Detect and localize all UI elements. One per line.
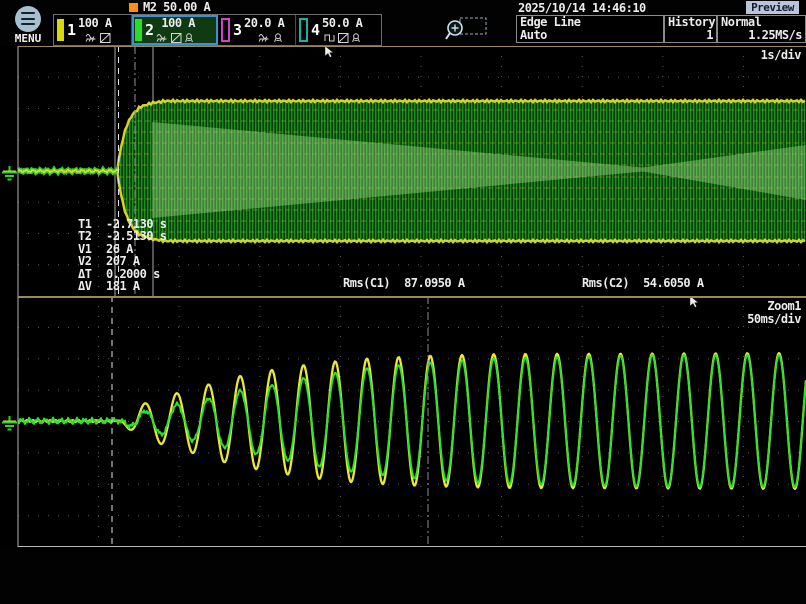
channel-3-number: 3: [233, 21, 242, 39]
ac-coupling-icon: [156, 33, 169, 43]
channel-1-box[interactable]: 1 100 A: [54, 15, 132, 45]
zoom-window-name: Zoom1: [767, 299, 801, 313]
datetime: 2025/10/14 14:46:10: [518, 1, 646, 15]
channel-4-box[interactable]: 4 50.0 A: [296, 15, 381, 45]
waveform-display-area: 1s/div Zoom1 50ms/div T1-2.7130 s T2-2.5…: [0, 46, 806, 547]
channel-1-color-bar: [57, 19, 64, 41]
ground-marker[interactable]: [2, 416, 17, 430]
channel-3-color-bar: [221, 18, 230, 42]
probe-icon: [273, 33, 283, 43]
menu-button[interactable]: MENU: [8, 6, 48, 45]
channel-3-box[interactable]: 3 20.0 A: [218, 15, 296, 45]
trigger-level-readout: M2 50.00 A: [129, 0, 210, 14]
probe-icon: [184, 33, 194, 43]
bandwidth-icon: [171, 33, 182, 43]
trigger-marker-icon: [129, 3, 138, 12]
channel-4-number: 4: [311, 21, 320, 39]
trigger-level-text: M2 50.00 A: [143, 0, 210, 14]
bandwidth-icon: [100, 33, 111, 43]
channel-2-number: 2: [145, 21, 154, 39]
top-status-strip: M2 50.00 A 2025/10/14 14:46:10 Preview: [0, 0, 806, 14]
menu-label: MENU: [8, 32, 48, 45]
channel-2-range: 100 A: [161, 17, 195, 29]
zoom-timebase-label: 50ms/div: [747, 312, 801, 326]
position-marker-icon: [325, 46, 333, 57]
measure-row: V2207 A: [78, 255, 167, 267]
zoom1-waveform-window: [0, 296, 806, 547]
bandwidth-icon: [338, 33, 349, 43]
zoom-search-tool[interactable]: [444, 15, 490, 43]
preview-button[interactable]: Preview: [746, 1, 799, 14]
channel-4-color-bar: [299, 18, 308, 42]
probe-icon: [351, 33, 361, 43]
trigger-mode: Auto: [520, 29, 660, 42]
ac-coupling-icon: [258, 33, 271, 43]
main-timebase-label: 1s/div: [761, 48, 801, 62]
measure-row: ΔV181 A: [78, 280, 167, 292]
oscilloscope-screen: M2 50.00 A 2025/10/14 14:46:10 Preview M…: [0, 0, 806, 604]
channel-1-number: 1: [67, 21, 76, 39]
trigger-settings-box[interactable]: Edge Line Auto: [516, 15, 664, 43]
acquisition-box[interactable]: Normal 1.25MS/s: [717, 15, 806, 43]
hamburger-icon: [15, 6, 41, 32]
zoom-search-icon: [444, 15, 490, 43]
ground-marker[interactable]: [2, 166, 17, 180]
measure-row: T2-2.5130 s: [78, 230, 167, 242]
channel-2-box[interactable]: 2 100 A: [132, 15, 218, 45]
dc-coupling-icon: [324, 33, 336, 43]
channel-group: 1 100 A 2 100 A 3: [53, 14, 382, 46]
history-box[interactable]: History 1: [664, 15, 717, 43]
cursor-measurement-readout: T1-2.7130 s T2-2.5130 s V126 A V2207 A Δ…: [78, 218, 167, 292]
channel-3-range: 20.0 A: [244, 17, 284, 29]
channel-4-range: 50.0 A: [322, 17, 362, 29]
rms-c1-readout: Rms(C1) 87.0950 A: [343, 276, 465, 290]
channel-2-color-bar: [135, 19, 142, 41]
ac-coupling-icon: [85, 33, 98, 43]
sample-rate: 1.25MS/s: [721, 29, 802, 42]
channel-1-range: 100 A: [78, 17, 112, 29]
history-value: 1: [668, 29, 713, 42]
rms-c2-readout: Rms(C2) 54.6050 A: [582, 276, 704, 290]
